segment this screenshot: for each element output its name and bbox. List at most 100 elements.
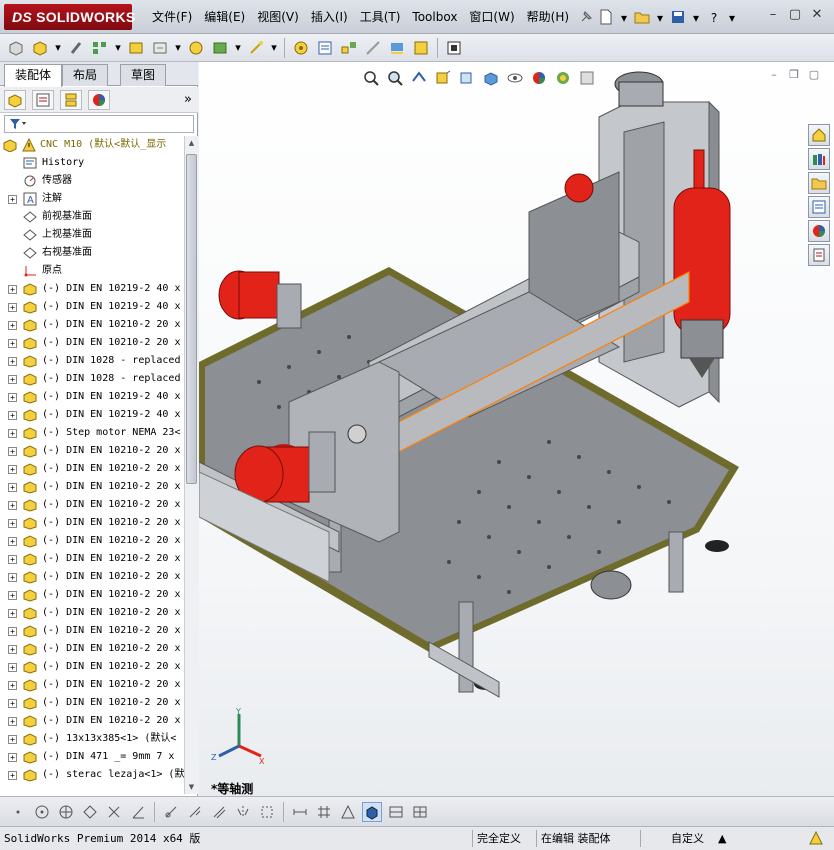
open-folder-icon[interactable] [631,8,653,28]
more-tabs-icon[interactable]: » [184,92,192,107]
tree-item[interactable]: + (-) DIN EN 10210-2 20 x [0,460,184,478]
trim-icon[interactable] [161,802,181,822]
expand-toggle-icon[interactable]: + [8,519,17,528]
dropdown-icon[interactable]: ▾ [53,37,63,59]
property-manager-icon[interactable] [32,89,54,110]
expand-toggle-icon[interactable]: + [8,555,17,564]
tree-item[interactable]: + (-) DIN EN 10210-2 20 x [0,334,184,352]
expand-toggle-icon[interactable]: + [8,537,17,546]
expand-toggle-icon[interactable]: + [8,429,17,438]
cnc-machine-model[interactable] [199,62,834,796]
expand-toggle-icon[interactable]: + [8,699,17,708]
expand-toggle-icon[interactable]: + [8,663,17,672]
tree-item[interactable]: + (-) DIN EN 10219-2 40 x [0,298,184,316]
feature-filter[interactable] [4,115,194,133]
dropdown-icon[interactable]: ▾ [269,37,279,59]
tree-item[interactable]: + (-) DIN EN 10210-2 20 x [0,568,184,586]
diamond-icon[interactable] [80,802,100,822]
menu-view[interactable]: 视图(V) [251,0,305,34]
new-dropdown-icon[interactable]: ▾ [619,8,629,28]
help-dropdown-icon[interactable]: ▾ [727,8,737,28]
clearance-verification-icon[interactable] [410,37,432,59]
explode-line-sketch-icon[interactable] [362,37,384,59]
mirror-icon[interactable] [233,802,253,822]
angle-icon[interactable] [128,802,148,822]
menu-tools[interactable]: 工具(T) [354,0,407,34]
restore-icon[interactable]: ▢ [784,6,806,26]
filter-icon[interactable] [8,117,28,134]
tree-item[interactable]: + (-) 13x13x385<1> (默认< [0,730,184,748]
menu-insert[interactable]: 插入(I) [305,0,354,34]
extend-icon[interactable] [185,802,205,822]
configuration-manager-icon[interactable] [60,89,82,110]
design-library-icon[interactable] [808,148,830,170]
scroll-down-icon[interactable]: ▼ [186,780,197,794]
tree-item[interactable]: + (-) DIN EN 10219-2 40 x [0,280,184,298]
custom-properties-icon[interactable] [808,244,830,266]
expand-toggle-icon[interactable]: + [8,627,17,636]
mate-icon[interactable] [65,37,87,59]
tree-item[interactable]: 原点 [0,262,184,280]
bill-of-materials-icon[interactable] [314,37,336,59]
grid-icon[interactable] [314,802,334,822]
expand-toggle-icon[interactable]: + [8,735,17,744]
instant3d-icon[interactable] [443,37,465,59]
circle-select-icon[interactable] [56,802,76,822]
menu-window[interactable]: 窗口(W) [463,0,520,34]
tree-scrollbar[interactable]: ▲ ▼ [184,136,198,794]
dropdown-icon[interactable]: ▾ [233,37,243,59]
file-explorer-icon[interactable] [808,172,830,194]
tree-item[interactable]: + (-) DIN EN 10210-2 20 x [0,550,184,568]
expand-toggle-icon[interactable]: + [8,717,17,726]
expand-toggle-icon[interactable]: + [8,573,17,582]
tree-item[interactable]: + (-) DIN EN 10210-2 20 x [0,658,184,676]
interference-detection-icon[interactable] [386,37,408,59]
expand-toggle-icon[interactable]: + [8,195,17,204]
expand-toggle-icon[interactable]: + [8,591,17,600]
expand-toggle-icon[interactable]: + [8,771,17,780]
new-part-icon[interactable] [29,37,51,59]
expand-toggle-icon[interactable]: + [8,645,17,654]
scroll-up-icon[interactable]: ▲ [186,136,197,150]
help-icon[interactable]: ? [703,8,725,28]
close-icon[interactable]: ✕ [806,6,828,26]
menu-edit[interactable]: 编辑(E) [198,0,251,34]
menu-file[interactable]: 文件(F) [146,0,198,34]
view-palette-icon[interactable] [808,196,830,218]
linear-pattern-icon[interactable] [89,37,111,59]
tree-item[interactable]: + (-) DIN EN 10210-2 20 x [0,586,184,604]
expand-toggle-icon[interactable]: + [8,357,17,366]
rebuild-indicator-icon[interactable] [808,830,824,847]
shaded-display-icon[interactable] [362,801,382,822]
offset-icon[interactable] [209,802,229,822]
wireframe-display-icon[interactable] [386,802,406,822]
expand-toggle-icon[interactable]: + [8,393,17,402]
tree-item[interactable]: 前视基准面 [0,208,184,226]
tree-item[interactable]: + (-) DIN EN 10210-2 20 x [0,442,184,460]
tree-item[interactable]: + (-) DIN EN 10210-2 20 x [0,676,184,694]
tab-sketch[interactable]: 草图 [120,64,167,86]
tree-item[interactable]: + (-) DIN EN 10210-2 20 x [0,640,184,658]
expand-toggle-icon[interactable]: + [8,483,17,492]
appearances-scenes-icon[interactable] [808,220,830,242]
tree-item[interactable]: + (-) DIN EN 10210-2 20 x [0,496,184,514]
tree-item[interactable]: 传感器 [0,172,184,190]
insert-component-icon[interactable] [5,37,27,59]
open-dropdown-icon[interactable]: ▾ [655,8,665,28]
save-dropdown-icon[interactable]: ▾ [691,8,701,28]
expand-toggle-icon[interactable]: + [8,465,17,474]
table-display-icon[interactable] [410,802,430,822]
reference-geometry-icon[interactable] [245,37,267,59]
tree-item[interactable]: + (-) DIN EN 10210-2 20 x [0,532,184,550]
tree-item[interactable]: + (-) Step motor NEMA 23< [0,424,184,442]
tree-item[interactable]: + (-) DIN EN 10219-2 40 x [0,388,184,406]
expand-toggle-icon[interactable]: + [8,609,17,618]
tree-item[interactable]: + (-) DIN EN 10210-2 20 x [0,316,184,334]
menu-toolbox[interactable]: Toolbox [406,0,463,34]
graphics-area[interactable]: – ❐ ▢ Y X Z *等轴测 [199,62,834,796]
move-component-icon[interactable] [149,37,171,59]
scrollbar-thumb[interactable] [186,154,197,484]
cross-icon[interactable] [104,802,124,822]
tree-item[interactable]: + (-) DIN EN 10210-2 20 x [0,514,184,532]
expand-toggle-icon[interactable]: + [8,447,17,456]
